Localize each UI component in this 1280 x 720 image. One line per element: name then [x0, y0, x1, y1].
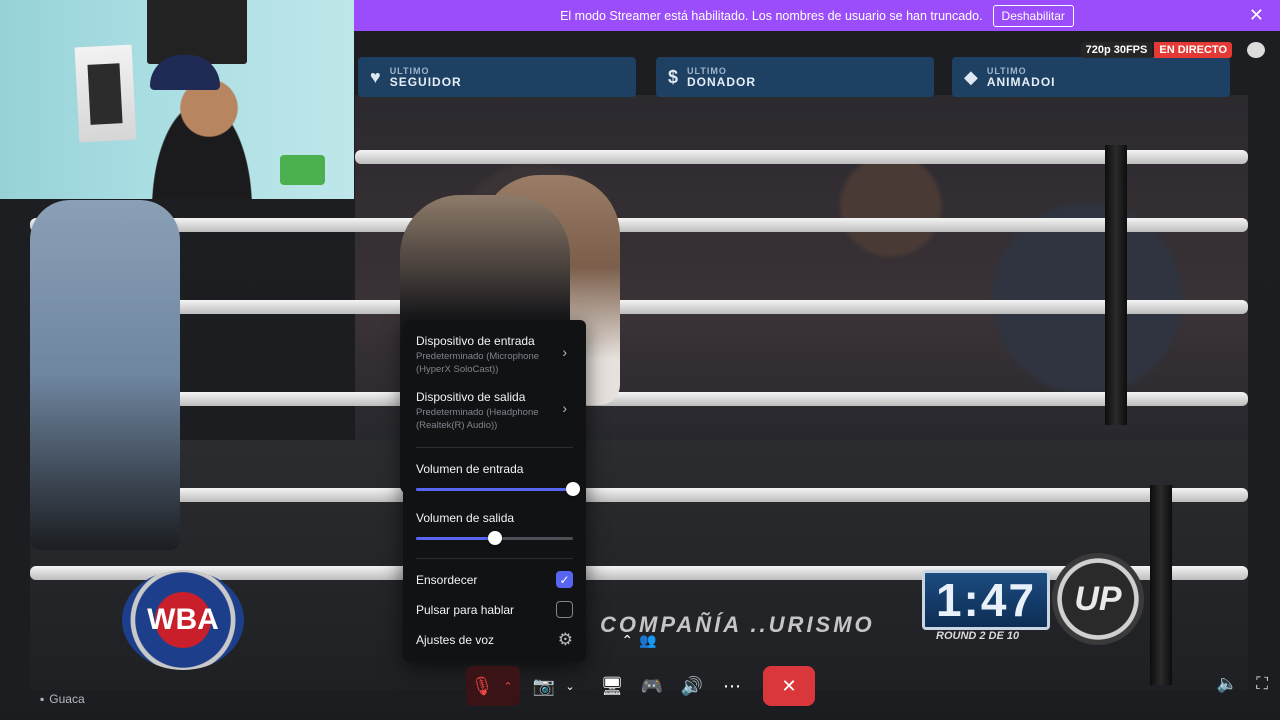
soundboard-icon[interactable]: 🔊	[676, 666, 708, 706]
divider	[416, 447, 573, 448]
call-actions: 🖥 🎮 🔊 ⋯	[596, 666, 748, 706]
deafen-label: Ensordecer	[416, 573, 478, 587]
gamepad-icon[interactable]: 🎮	[636, 666, 668, 706]
push-to-talk-label: Pulsar para hablar	[416, 603, 515, 617]
show-participants-toggle[interactable]: ⌃ 👥	[616, 628, 662, 652]
audio-settings-popout: Dispositivo de entrada Predeterminado (M…	[403, 320, 586, 662]
screen-share-icon[interactable]: 🖥	[596, 666, 628, 706]
slider-knob[interactable]	[566, 482, 580, 496]
check-icon: ✓	[559, 572, 570, 587]
heart-icon: ♥	[370, 66, 382, 87]
dollar-icon: $	[668, 66, 680, 87]
quality-badge: 720p 30FPS	[1080, 42, 1153, 58]
scoreboard-timer: 1:47	[922, 570, 1050, 630]
output-volume-slider[interactable]	[416, 531, 573, 545]
mic-control-group: 🎙 ⌃	[466, 666, 520, 706]
input-device-subtitle: Predeterminado (Microphone (HyperX SoloC…	[416, 351, 540, 375]
divider	[416, 558, 573, 559]
chevron-right-icon: ›	[562, 400, 567, 416]
input-volume-slider[interactable]	[416, 482, 580, 496]
mic-options-caret[interactable]: ⌃	[498, 666, 518, 706]
streamer-mode-banner: El modo Streamer está habilitado. Los no…	[354, 0, 1280, 31]
stream-badges: 720p 30FPS EN DIRECTO	[1080, 42, 1232, 58]
push-to-talk-checkbox[interactable]	[556, 601, 573, 618]
output-volume-label: Volumen de salida	[416, 511, 515, 525]
camera-options-caret[interactable]: ⌄	[560, 666, 580, 706]
hangup-icon: ✕	[781, 675, 797, 696]
close-icon[interactable]: ✕	[1249, 6, 1264, 24]
up-logo-text: UP	[1074, 579, 1122, 618]
voice-settings-label[interactable]: Ajustes de voz	[416, 633, 573, 647]
banner-message: El modo Streamer está habilitado. Los no…	[560, 8, 983, 23]
ring-post	[1150, 485, 1172, 685]
ring-post	[1105, 145, 1127, 425]
up-logo: UP	[1052, 553, 1144, 645]
webcam-feed[interactable]	[0, 0, 354, 199]
output-device-subtitle: Predeterminado (Headphone (Realtek(R) Au…	[416, 407, 539, 431]
output-device-title: Dispositivo de salida	[416, 390, 526, 404]
round-label: ROUND 2 DE 10	[936, 630, 1020, 642]
corner-tools: 🔈 ⛶	[1217, 674, 1268, 694]
ring-rope	[30, 488, 1248, 502]
fullscreen-icon[interactable]: ⛶	[1256, 674, 1268, 694]
slider-fill	[416, 488, 573, 491]
chat-icon: ▪	[40, 692, 45, 706]
ring-rope	[30, 392, 1248, 406]
overlay-last-donor: $ ULTIMO DONADOR	[656, 57, 934, 97]
wba-logo: WBA	[122, 570, 244, 670]
gear-icon[interactable]: ⚙	[558, 630, 573, 650]
muted-mic-icon[interactable]: 🎙	[466, 666, 498, 706]
diamond-icon: ◆	[964, 66, 979, 87]
participant-name: Guaca	[49, 692, 85, 706]
deafen-checkbox[interactable]: ✓	[556, 571, 573, 588]
slider-knob[interactable]	[487, 531, 502, 545]
output-device-item[interactable]: Dispositivo de salida Predeterminado (He…	[416, 390, 573, 432]
disable-streamer-mode-button[interactable]: Deshabilitar	[992, 4, 1074, 27]
input-volume-label: Volumen de entrada	[416, 462, 524, 476]
overlay-last-cheerer: ◆ ULTIMO ANIMADOI	[952, 57, 1230, 97]
wall-poster	[74, 44, 137, 143]
chevron-up-icon: ⌃	[621, 631, 634, 648]
wba-logo-text: WBA	[147, 603, 219, 636]
ring-rope	[30, 218, 1248, 232]
chat-bubble-icon[interactable]	[1247, 42, 1265, 58]
camera-off-icon[interactable]: 📷	[528, 666, 560, 706]
ring-rope	[30, 300, 1248, 314]
overlay-value: ANIMADOI	[986, 75, 1056, 89]
overlay-value: SEGUIDOR	[389, 75, 462, 89]
referee	[30, 200, 180, 550]
plant	[280, 155, 325, 185]
input-device-title: Dispositivo de entrada	[416, 334, 535, 348]
tv	[147, 0, 247, 64]
participant-name-tag: ▪ Guaca	[40, 692, 85, 706]
people-icon: 👥	[639, 631, 657, 648]
input-device-item[interactable]: Dispositivo de entrada Predeterminado (M…	[416, 334, 573, 376]
hangup-button[interactable]: ✕	[763, 666, 815, 706]
more-icon[interactable]: ⋯	[716, 666, 748, 706]
overlay-value: DONADOR	[687, 75, 757, 89]
live-badge: EN DIRECTO	[1154, 42, 1232, 58]
camera-control-group: 📷 ⌄	[528, 666, 580, 706]
overlay-last-follower: ♥ ULTIMO SEGUIDOR	[358, 57, 636, 97]
volume-icon[interactable]: 🔈	[1217, 674, 1238, 694]
chevron-right-icon: ›	[562, 344, 567, 360]
slider-fill	[416, 537, 495, 540]
